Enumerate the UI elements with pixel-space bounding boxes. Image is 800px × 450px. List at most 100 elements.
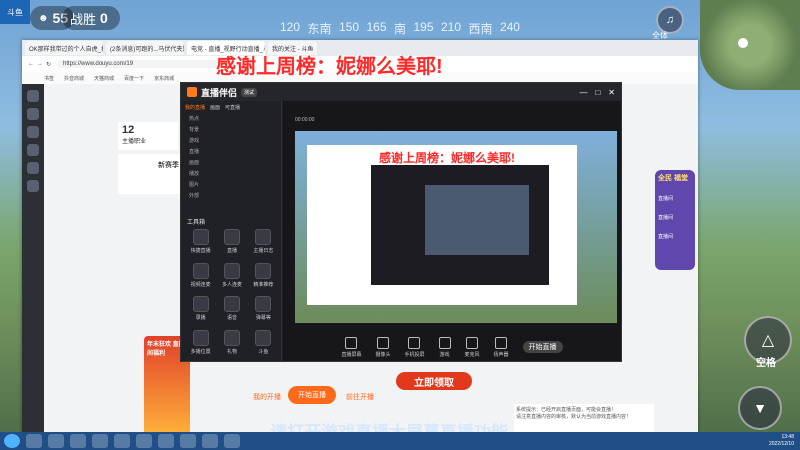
start-button[interactable] xyxy=(4,434,20,448)
preview-nested xyxy=(425,185,529,255)
camera-tool[interactable]: 摄像头 xyxy=(375,336,390,358)
stream-companion-window: 直播伴侣 测试 — □ ✕ 我的直播 画面 可直播 热点 背景 游戏 直播 画面… xyxy=(180,82,622,362)
rail-follow-icon[interactable] xyxy=(27,108,39,120)
compass-tick: 东南 xyxy=(307,22,332,36)
stats-count: 12 xyxy=(122,124,135,136)
minimap[interactable] xyxy=(700,0,800,90)
taskbar-app-icon[interactable] xyxy=(202,434,218,448)
rail-video-icon[interactable] xyxy=(27,162,39,174)
start-live-button[interactable]: 开始直播 xyxy=(288,386,336,404)
screen-capture-tool[interactable]: 直播屏幕 xyxy=(341,336,361,358)
compass-tick: 210 xyxy=(440,20,461,34)
taskbar-clock[interactable]: 13:48 2022/12/10 xyxy=(769,434,794,448)
close-icon[interactable]: ✕ xyxy=(608,88,615,97)
crouch-button[interactable]: ▼ xyxy=(738,386,782,430)
scene-item[interactable]: 外部 xyxy=(189,191,281,202)
stream-timer: 00:00:00 xyxy=(295,117,315,123)
rail-home-icon[interactable] xyxy=(27,90,39,102)
companion-logo-icon xyxy=(187,87,197,97)
taskbar-app-icon[interactable] xyxy=(180,434,196,448)
toolbox-item[interactable]: 快捷直播 xyxy=(187,229,214,259)
toolbox-item[interactable]: 多播位置 xyxy=(187,329,214,360)
scene-item[interactable]: 图片 xyxy=(189,180,281,191)
rail-news-icon[interactable] xyxy=(27,180,39,192)
compass-tick: 195 xyxy=(413,20,434,34)
compass-bar: 120 东南 150 165 南 195 210 西南 240 xyxy=(280,20,520,36)
toolbox-item[interactable]: 礼物 xyxy=(218,329,245,360)
speaker-tool[interactable]: 扬声器 xyxy=(494,336,509,358)
chat-line: 请注意直播内容的审核，默认为当前游戏直播内容！ xyxy=(516,414,632,420)
rail-rank-icon[interactable] xyxy=(27,126,39,138)
toolbox-item[interactable]: 直播 xyxy=(218,229,245,259)
taskbar-music-icon[interactable] xyxy=(136,434,152,448)
browser-tab[interactable]: (2条消息)可跑的...马伏代夹是4天 xyxy=(106,41,184,55)
jump-label: 空格 xyxy=(756,358,776,369)
clock-date: 2022/12/10 xyxy=(768,441,794,447)
companion-titlebar: 直播伴侣 测试 — □ ✕ xyxy=(181,83,621,101)
companion-tab[interactable]: 我的直播 xyxy=(185,104,205,111)
footer-button[interactable]: 我的开播 xyxy=(246,390,288,404)
taskbar-chat-icon[interactable] xyxy=(70,434,86,448)
scene-item[interactable]: 直播 xyxy=(189,147,281,158)
claim-promo-button[interactable]: 立即领取 xyxy=(396,372,472,390)
compass-tick: 南 xyxy=(393,22,406,36)
event-side-panel[interactable]: 全民 福堂 直播间 直播间 直播间 xyxy=(655,170,695,270)
rail-game-icon[interactable] xyxy=(27,144,39,156)
companion-bottom-toolbar: 直播屏幕 摄像头 手机投屏 游戏 麦克风 扬声器 开始直播 xyxy=(283,333,621,361)
windows-taskbar xyxy=(0,432,800,450)
bookmark-item[interactable]: 百度一下 xyxy=(124,75,144,82)
browser-side-rail xyxy=(22,84,44,435)
toolbox-grid: 快捷直播 直播 主播日志 视频连麦 多人连麦 精准推荐 录播 语音 弹幕等 多播… xyxy=(187,229,277,359)
compass-tick: 240 xyxy=(499,20,520,34)
companion-tab[interactable]: 可直播 xyxy=(225,104,240,111)
kills-badge: 战胜 0 xyxy=(62,6,120,30)
browser-tab[interactable]: OK那样我带过的个人自虎_抖音搜... xyxy=(25,41,103,55)
stats-card: 12 主播职业 xyxy=(118,122,178,150)
taskbar-mail-icon[interactable] xyxy=(158,434,174,448)
game-tool[interactable]: 游戏 xyxy=(438,336,451,358)
bookmark-item[interactable]: 京东商城 xyxy=(154,75,174,82)
bookmark-item[interactable]: 书签 xyxy=(44,75,54,82)
minimize-icon[interactable]: — xyxy=(579,88,587,97)
toolbox-item[interactable]: 主播日志 xyxy=(250,229,277,259)
toolbox-item[interactable]: 语音 xyxy=(218,296,245,326)
back-icon[interactable]: ← xyxy=(28,61,34,67)
compass-tick: 西南 xyxy=(468,22,493,36)
overlay-thanks-title: 感谢上周榜：妮娜么美耶! xyxy=(216,56,443,78)
toolbox-item[interactable]: 视频连麦 xyxy=(187,262,214,293)
taskbar-app-icon[interactable] xyxy=(224,434,240,448)
event-side-item: 直播间 xyxy=(658,215,674,221)
companion-tab[interactable]: 画面 xyxy=(210,104,220,111)
scene-item[interactable]: 播放 xyxy=(189,169,281,180)
stats-label: 主播职业 xyxy=(122,139,147,145)
footer-button[interactable]: 前往开播 xyxy=(340,390,380,404)
bookmark-item[interactable]: 天猫商城 xyxy=(94,75,114,82)
taskbar-browser-icon[interactable] xyxy=(48,434,64,448)
taskbar-game-icon[interactable] xyxy=(92,434,108,448)
refresh-icon[interactable]: ↻ xyxy=(46,61,51,68)
kills-count: 0 xyxy=(100,10,108,26)
toolbox-item[interactable]: 斗鱼 xyxy=(250,329,277,360)
companion-sidebar: 我的直播 画面 可直播 热点 背景 游戏 直播 画面 播放 图片 外部 工具箱 … xyxy=(181,101,282,361)
start-stream-button[interactable]: 开始直播 xyxy=(522,341,563,353)
toolbox-item[interactable]: 精准推荐 xyxy=(250,262,277,293)
maximize-icon[interactable]: □ xyxy=(595,88,600,97)
scene-item[interactable]: 背景 xyxy=(189,125,281,136)
crouch-icon: ▼ xyxy=(753,400,767,416)
scene-item[interactable]: 画面 xyxy=(189,158,281,169)
scene-item[interactable]: 热点 xyxy=(189,114,281,125)
bookmark-item[interactable]: 抖音商城 xyxy=(64,75,84,82)
taskbar-explorer-icon[interactable] xyxy=(26,434,42,448)
phone-cast-tool[interactable]: 手机投屏 xyxy=(404,336,425,358)
toolbox-title: 工具箱 xyxy=(187,220,206,226)
toolbox-item[interactable]: 多人连麦 xyxy=(218,262,245,293)
banner-text: 新赛季 xyxy=(158,162,179,169)
forward-icon[interactable]: → xyxy=(37,61,43,67)
jump-icon: △ xyxy=(761,332,775,349)
microphone-tool[interactable]: 麦克风 xyxy=(465,336,480,358)
scene-item[interactable]: 游戏 xyxy=(189,136,281,147)
url-field[interactable]: https://www.douyu.com/19 xyxy=(57,60,220,68)
taskbar-stream-icon[interactable] xyxy=(114,434,130,448)
toolbox-item[interactable]: 弹幕等 xyxy=(250,296,277,326)
toolbox-item[interactable]: 录播 xyxy=(187,296,214,326)
